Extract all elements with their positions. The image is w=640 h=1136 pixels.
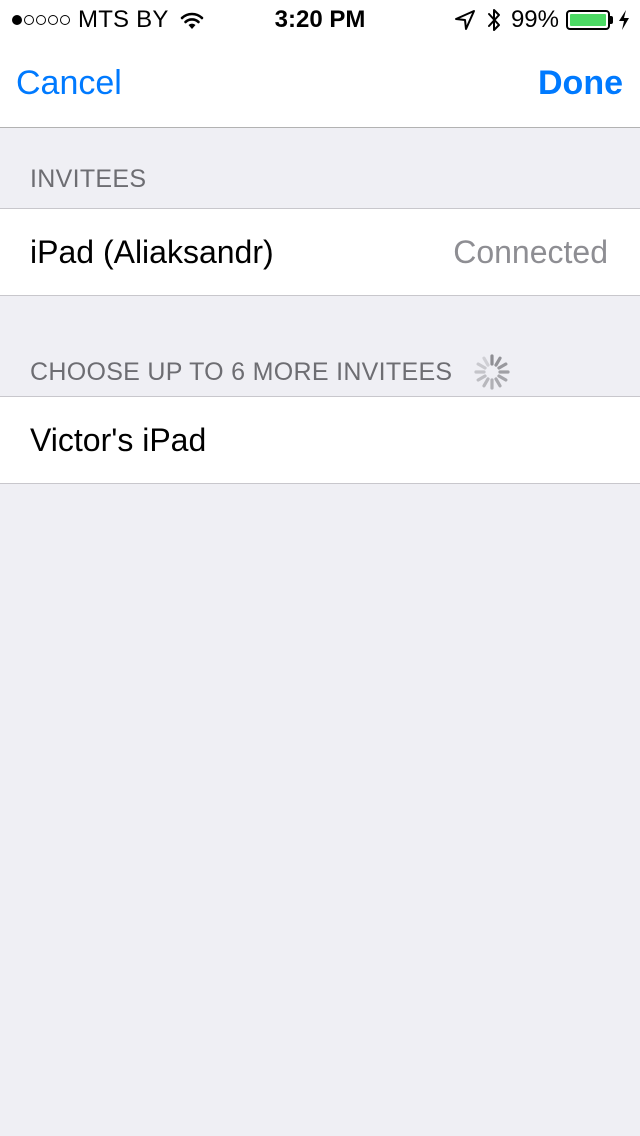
spinner-spoke [482, 356, 490, 367]
location-arrow-icon [454, 10, 475, 30]
battery-percentage: 99% [510, 6, 559, 33]
connection-status: Connected [453, 234, 608, 270]
spinner-spoke [497, 362, 508, 370]
screen: MTS BY 3:20 PM 99% Cancel Done INVITEES … [0, 0, 640, 1136]
navigation-bar: Cancel Done [0, 40, 640, 128]
section-header-invitees: INVITEES [30, 165, 147, 193]
status-bar: MTS BY 3:20 PM 99% [0, 0, 640, 40]
section-header-more-invitees: CHOOSE UP TO 6 MORE INVITEES [30, 352, 512, 392]
charging-bolt-icon [619, 10, 629, 30]
bluetooth-icon [487, 9, 500, 31]
done-button[interactable]: Done [538, 64, 623, 103]
spinner-spoke [494, 356, 502, 367]
spinner-spoke [494, 377, 502, 388]
cancel-button[interactable]: Cancel [16, 64, 122, 103]
spinner-spoke [476, 374, 488, 382]
activity-spinner-icon [474, 354, 510, 390]
battery-icon [566, 10, 610, 30]
list-item[interactable]: iPad (Aliaksandr) Connected [0, 208, 640, 296]
spinner-spoke [482, 377, 490, 388]
section-header-label: CHOOSE UP TO 6 MORE INVITEES [30, 357, 453, 386]
invitee-name: iPad (Aliaksandr) [30, 234, 274, 270]
device-name: Victor's iPad [30, 422, 207, 458]
status-right: 99% [454, 6, 630, 33]
spinner-spoke [476, 362, 488, 370]
battery-level-fill [570, 14, 606, 26]
spinner-spoke [497, 374, 508, 382]
list-item[interactable]: Victor's iPad [0, 396, 640, 484]
battery-cap [610, 16, 613, 24]
